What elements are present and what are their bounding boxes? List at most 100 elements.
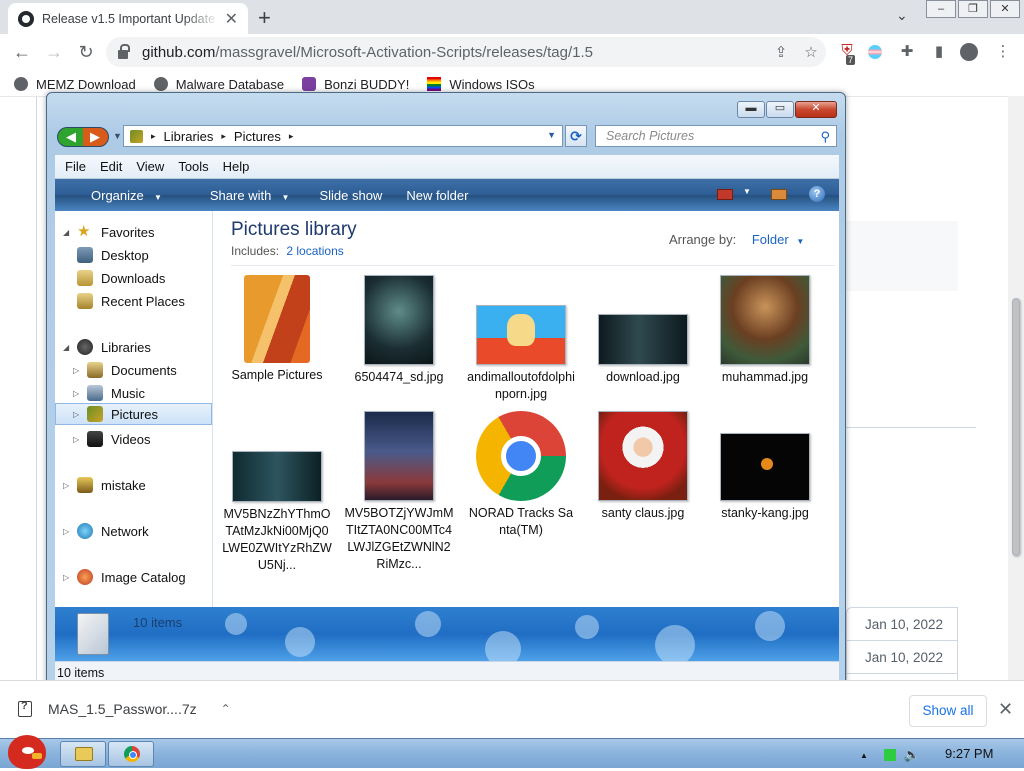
battery-icon[interactable] bbox=[883, 749, 896, 761]
back-icon[interactable]: ◀ bbox=[66, 129, 76, 145]
preview-pane-icon[interactable] bbox=[771, 189, 787, 200]
locations-link[interactable]: 2 locations bbox=[286, 244, 343, 258]
expand-arrow-icon[interactable]: ▷ bbox=[63, 527, 73, 536]
show-all-button[interactable]: Show all bbox=[909, 695, 987, 727]
explorer-close-button[interactable]: ✕ bbox=[795, 101, 837, 118]
breadcrumb-separator-icon[interactable]: ▸ bbox=[221, 131, 226, 142]
expand-arrow-icon[interactable]: ▷ bbox=[73, 389, 83, 398]
download-item[interactable]: MAS_1.5_Passwor....7z ⌃ bbox=[18, 700, 231, 717]
file-item[interactable]: Sample Pictures bbox=[222, 275, 332, 384]
reload-icon[interactable]: ↻ bbox=[70, 42, 102, 63]
forward-arrow-icon[interactable]: → bbox=[38, 42, 70, 63]
explorer-minimize-button[interactable]: ▬ bbox=[737, 101, 765, 118]
expand-arrow-icon[interactable]: ▷ bbox=[73, 410, 83, 419]
menu-tools[interactable]: Tools bbox=[178, 159, 208, 174]
explorer-maximize-button[interactable]: ▭ bbox=[766, 101, 794, 118]
back-arrow-icon[interactable]: ← bbox=[6, 42, 38, 63]
collapse-arrow-icon[interactable]: ◢ bbox=[63, 343, 73, 352]
file-item[interactable]: MV5BNzZhYThmOTAtMzJkNi00MjQ0LWE0ZWItYzRh… bbox=[222, 451, 332, 574]
url-text[interactable]: github.com/massgravel/Microsoft-Activati… bbox=[142, 44, 766, 61]
nav-favorites[interactable]: ◢ ★ Favorites bbox=[63, 221, 154, 243]
breadcrumb-separator-icon[interactable]: ▸ bbox=[151, 131, 156, 142]
search-pictures-input[interactable]: Search Pictures ⚲ bbox=[595, 125, 837, 147]
back-forward-buttons[interactable]: ◀ ▶ bbox=[57, 127, 109, 147]
expand-arrow-icon[interactable]: ▷ bbox=[73, 435, 83, 444]
nav-music[interactable]: ▷ Music bbox=[73, 382, 145, 404]
nav-desktop[interactable]: Desktop bbox=[77, 244, 149, 266]
file-item[interactable]: NORAD Tracks Santa(TM) bbox=[466, 411, 576, 539]
show-hidden-icons-icon[interactable]: ▲ bbox=[860, 751, 868, 760]
explorer-address-bar[interactable]: ▸ Libraries ▸ Pictures ▸ ▼ bbox=[123, 125, 563, 147]
close-icon[interactable]: ✕ bbox=[998, 699, 1013, 720]
trans-flag-extension-icon[interactable] bbox=[864, 42, 886, 62]
extensions-puzzle-icon[interactable]: ✚ bbox=[896, 42, 918, 62]
menu-help[interactable]: Help bbox=[223, 159, 250, 174]
refresh-button[interactable]: ⟳ bbox=[565, 125, 587, 147]
chevron-up-icon[interactable]: ⌃ bbox=[221, 702, 231, 716]
nav-recent-places[interactable]: Recent Places bbox=[77, 290, 185, 312]
minimize-button[interactable]: – bbox=[926, 0, 956, 18]
restore-button[interactable]: ❐ bbox=[958, 0, 988, 18]
new-folder-button[interactable]: New folder bbox=[406, 188, 468, 203]
file-item[interactable]: andimalloutofdolphinporn.jpg bbox=[466, 305, 576, 403]
bookmark-memz[interactable]: MEMZ Download bbox=[14, 77, 136, 92]
taskbar-clock[interactable]: 9:27 PM bbox=[945, 746, 993, 761]
tab-close-button[interactable]: ✕ bbox=[225, 9, 238, 29]
nav-videos[interactable]: ▷ Videos bbox=[73, 428, 151, 450]
organize-button[interactable]: Organize ▼ bbox=[73, 188, 168, 203]
nav-pictures[interactable]: ▷ Pictures bbox=[55, 403, 212, 425]
arrange-by-dropdown[interactable]: Folder bbox=[752, 232, 789, 247]
collapse-arrow-icon[interactable]: ◢ bbox=[63, 228, 73, 237]
file-item[interactable]: santy claus.jpg bbox=[588, 411, 698, 522]
dropdown-arrow-icon[interactable]: ▼ bbox=[796, 237, 804, 246]
forward-icon[interactable]: ▶ bbox=[90, 129, 100, 145]
nav-documents[interactable]: ▷ Documents bbox=[73, 359, 177, 381]
side-panel-icon[interactable]: ▮ bbox=[928, 42, 950, 62]
menu-file[interactable]: File bbox=[65, 159, 86, 174]
menu-view[interactable]: View bbox=[136, 159, 164, 174]
tab-search-chevron-icon[interactable]: ⌄ bbox=[896, 7, 908, 24]
view-dropdown-icon[interactable]: ▼ bbox=[743, 187, 751, 196]
nav-libraries[interactable]: ◢ Libraries bbox=[63, 336, 151, 358]
search-icon[interactable]: ⚲ bbox=[820, 127, 830, 147]
close-button[interactable]: ✕ bbox=[990, 0, 1020, 18]
file-item[interactable]: muhammad.jpg bbox=[710, 275, 820, 386]
taskbar-explorer-button[interactable] bbox=[60, 741, 106, 767]
volume-icon[interactable]: 🔈 bbox=[904, 747, 920, 763]
share-with-button[interactable]: Share with ▼ bbox=[192, 188, 296, 203]
expand-arrow-icon[interactable]: ▷ bbox=[63, 481, 73, 490]
expand-arrow-icon[interactable]: ▷ bbox=[63, 573, 73, 582]
menu-edit[interactable]: Edit bbox=[100, 159, 122, 174]
page-scrollbar[interactable] bbox=[1008, 96, 1024, 680]
change-view-icon[interactable] bbox=[717, 189, 733, 200]
file-item[interactable]: stanky-kang.jpg bbox=[710, 433, 820, 522]
start-button[interactable] bbox=[2, 729, 52, 771]
chrome-menu-icon[interactable]: ⋮ bbox=[992, 42, 1014, 62]
nav-image-catalog[interactable]: ▷ Image Catalog bbox=[63, 566, 186, 588]
slide-show-button[interactable]: Slide show bbox=[319, 188, 382, 203]
help-icon[interactable]: ? bbox=[809, 186, 825, 202]
bookmark-malware-database[interactable]: Malware Database bbox=[153, 77, 284, 92]
file-item[interactable]: 6504474_sd.jpg bbox=[344, 275, 454, 386]
breadcrumb-libraries[interactable]: Libraries bbox=[164, 129, 214, 144]
scrollbar-thumb[interactable] bbox=[1012, 298, 1020, 556]
taskbar-chrome-button[interactable] bbox=[108, 741, 154, 767]
nav-network[interactable]: ▷ Network bbox=[63, 520, 149, 542]
recent-pages-chevron-icon[interactable]: ▼ bbox=[113, 131, 122, 141]
nav-mistake[interactable]: ▷ mistake bbox=[63, 474, 146, 496]
lock-icon[interactable] bbox=[118, 43, 130, 59]
share-icon[interactable]: ⇪ bbox=[766, 43, 796, 61]
breadcrumb-pictures[interactable]: Pictures bbox=[234, 129, 281, 144]
file-item[interactable]: MV5BOTZjYWJmMTItZTA0NC00MTc4LWJlZGEtZWNl… bbox=[344, 411, 454, 573]
breadcrumb-separator-icon[interactable]: ▸ bbox=[289, 131, 294, 142]
expand-arrow-icon[interactable]: ▷ bbox=[73, 366, 83, 375]
bookmark-bonzi-buddy[interactable]: Bonzi BUDDY! bbox=[302, 77, 409, 92]
bookmark-star-icon[interactable]: ☆ bbox=[796, 43, 826, 61]
address-bar[interactable]: github.com/massgravel/Microsoft-Activati… bbox=[106, 37, 826, 67]
address-dropdown-icon[interactable]: ▼ bbox=[547, 130, 556, 140]
new-tab-button[interactable]: + bbox=[258, 5, 271, 31]
nav-downloads[interactable]: Downloads bbox=[77, 267, 165, 289]
bookmark-windows-isos[interactable]: Windows ISOs bbox=[427, 77, 535, 92]
browser-tab[interactable]: Release v1.5 Important Update ✕ bbox=[8, 3, 248, 34]
profile-avatar-icon[interactable] bbox=[958, 42, 980, 62]
